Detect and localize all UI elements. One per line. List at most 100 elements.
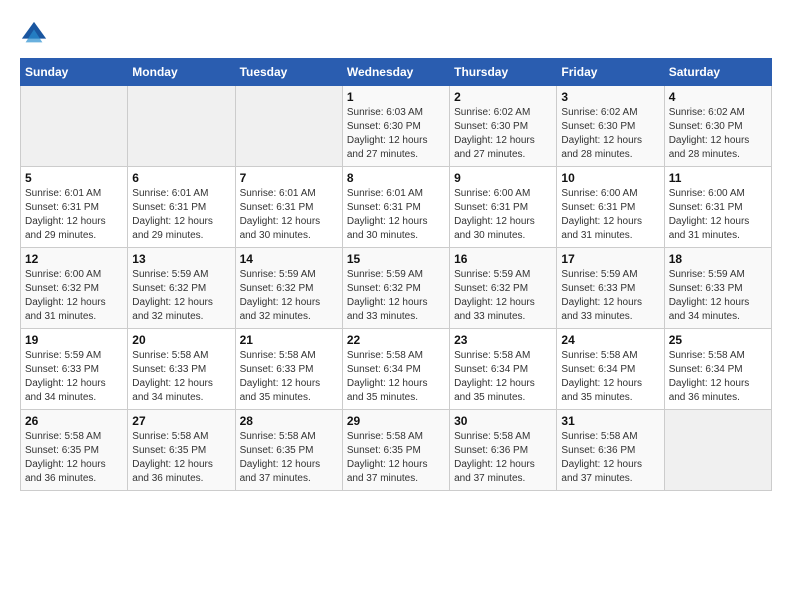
day-info: Sunrise: 6:00 AMSunset: 6:31 PMDaylight:… <box>454 187 552 243</box>
calendar-cell: 27 Sunrise: 5:58 AMSunset: 6:35 PMDayligh… <box>128 410 235 491</box>
calendar-cell <box>664 410 771 491</box>
day-number: 24 <box>561 333 659 347</box>
day-info: Sunrise: 6:01 AMSunset: 6:31 PMDaylight:… <box>347 187 445 243</box>
calendar-cell: 20 Sunrise: 5:58 AMSunset: 6:33 PMDayligh… <box>128 329 235 410</box>
day-number: 26 <box>25 414 123 428</box>
day-info: Sunrise: 5:58 AMSunset: 6:34 PMDaylight:… <box>669 349 767 405</box>
day-number: 13 <box>132 252 230 266</box>
day-number: 14 <box>240 252 338 266</box>
calendar-cell: 31 Sunrise: 5:58 AMSunset: 6:36 PMDayligh… <box>557 410 664 491</box>
day-number: 9 <box>454 171 552 185</box>
day-info: Sunrise: 6:01 AMSunset: 6:31 PMDaylight:… <box>132 187 230 243</box>
day-number: 20 <box>132 333 230 347</box>
day-info: Sunrise: 5:59 AMSunset: 6:32 PMDaylight:… <box>240 268 338 324</box>
day-info: Sunrise: 5:58 AMSunset: 6:35 PMDaylight:… <box>240 430 338 486</box>
day-info: Sunrise: 6:01 AMSunset: 6:31 PMDaylight:… <box>25 187 123 243</box>
calendar-cell <box>128 86 235 167</box>
weekday-header-thursday: Thursday <box>450 59 557 86</box>
calendar-cell: 24 Sunrise: 5:58 AMSunset: 6:34 PMDayligh… <box>557 329 664 410</box>
weekday-header-friday: Friday <box>557 59 664 86</box>
day-info: Sunrise: 5:59 AMSunset: 6:33 PMDaylight:… <box>25 349 123 405</box>
calendar-cell: 26 Sunrise: 5:58 AMSunset: 6:35 PMDayligh… <box>21 410 128 491</box>
day-info: Sunrise: 5:59 AMSunset: 6:32 PMDaylight:… <box>347 268 445 324</box>
calendar-week-1: 1 Sunrise: 6:03 AMSunset: 6:30 PMDaylight… <box>21 86 772 167</box>
calendar-table: SundayMondayTuesdayWednesdayThursdayFrid… <box>20 58 772 491</box>
calendar-cell: 25 Sunrise: 5:58 AMSunset: 6:34 PMDayligh… <box>664 329 771 410</box>
calendar-cell: 17 Sunrise: 5:59 AMSunset: 6:33 PMDayligh… <box>557 248 664 329</box>
day-number: 27 <box>132 414 230 428</box>
day-number: 16 <box>454 252 552 266</box>
day-info: Sunrise: 5:58 AMSunset: 6:35 PMDaylight:… <box>347 430 445 486</box>
day-number: 5 <box>25 171 123 185</box>
calendar-cell: 11 Sunrise: 6:00 AMSunset: 6:31 PMDayligh… <box>664 167 771 248</box>
day-number: 12 <box>25 252 123 266</box>
day-number: 31 <box>561 414 659 428</box>
day-info: Sunrise: 6:03 AMSunset: 6:30 PMDaylight:… <box>347 106 445 162</box>
day-info: Sunrise: 5:59 AMSunset: 6:33 PMDaylight:… <box>561 268 659 324</box>
day-number: 25 <box>669 333 767 347</box>
day-number: 22 <box>347 333 445 347</box>
weekday-header-row: SundayMondayTuesdayWednesdayThursdayFrid… <box>21 59 772 86</box>
day-info: Sunrise: 5:58 AMSunset: 6:34 PMDaylight:… <box>347 349 445 405</box>
day-info: Sunrise: 5:58 AMSunset: 6:33 PMDaylight:… <box>132 349 230 405</box>
calendar-cell: 30 Sunrise: 5:58 AMSunset: 6:36 PMDayligh… <box>450 410 557 491</box>
day-info: Sunrise: 5:59 AMSunset: 6:33 PMDaylight:… <box>669 268 767 324</box>
calendar-cell: 22 Sunrise: 5:58 AMSunset: 6:34 PMDayligh… <box>342 329 449 410</box>
calendar-cell: 21Sunrise: 5:58 AMSunset: 6:33 PMDayligh… <box>235 329 342 410</box>
calendar-cell: 23 Sunrise: 5:58 AMSunset: 6:34 PMDayligh… <box>450 329 557 410</box>
calendar-cell: 6 Sunrise: 6:01 AMSunset: 6:31 PMDaylight… <box>128 167 235 248</box>
weekday-header-wednesday: Wednesday <box>342 59 449 86</box>
calendar-cell: 28 Sunrise: 5:58 AMSunset: 6:35 PMDayligh… <box>235 410 342 491</box>
day-number: 28 <box>240 414 338 428</box>
day-number: 17 <box>561 252 659 266</box>
day-number: 2 <box>454 90 552 104</box>
calendar-cell <box>21 86 128 167</box>
calendar-cell: 15 Sunrise: 5:59 AMSunset: 6:32 PMDayligh… <box>342 248 449 329</box>
calendar-cell: 19 Sunrise: 5:59 AMSunset: 6:33 PMDayligh… <box>21 329 128 410</box>
weekday-header-saturday: Saturday <box>664 59 771 86</box>
day-number: 19 <box>25 333 123 347</box>
day-number: 6 <box>132 171 230 185</box>
weekday-header-sunday: Sunday <box>21 59 128 86</box>
calendar-cell <box>235 86 342 167</box>
day-info: Sunrise: 6:02 AMSunset: 6:30 PMDaylight:… <box>561 106 659 162</box>
day-number: 23 <box>454 333 552 347</box>
day-number: 4 <box>669 90 767 104</box>
calendar-cell: 13 Sunrise: 5:59 AMSunset: 6:32 PMDayligh… <box>128 248 235 329</box>
calendar-cell: 8Sunrise: 6:01 AMSunset: 6:31 PMDaylight… <box>342 167 449 248</box>
day-info: Sunrise: 5:58 AMSunset: 6:35 PMDaylight:… <box>132 430 230 486</box>
calendar-body: 1 Sunrise: 6:03 AMSunset: 6:30 PMDaylight… <box>21 86 772 491</box>
day-info: Sunrise: 5:58 AMSunset: 6:34 PMDaylight:… <box>454 349 552 405</box>
calendar-cell: 29Sunrise: 5:58 AMSunset: 6:35 PMDayligh… <box>342 410 449 491</box>
day-info: Sunrise: 5:58 AMSunset: 6:36 PMDaylight:… <box>561 430 659 486</box>
logo-icon <box>20 20 48 48</box>
calendar-cell: 9 Sunrise: 6:00 AMSunset: 6:31 PMDaylight… <box>450 167 557 248</box>
day-number: 3 <box>561 90 659 104</box>
day-number: 21 <box>240 333 338 347</box>
day-number: 11 <box>669 171 767 185</box>
calendar-cell: 1 Sunrise: 6:03 AMSunset: 6:30 PMDaylight… <box>342 86 449 167</box>
weekday-header-monday: Monday <box>128 59 235 86</box>
calendar-cell: 10Sunrise: 6:00 AMSunset: 6:31 PMDayligh… <box>557 167 664 248</box>
day-info: Sunrise: 5:58 AMSunset: 6:34 PMDaylight:… <box>561 349 659 405</box>
day-number: 30 <box>454 414 552 428</box>
page-header <box>20 20 772 48</box>
calendar-cell: 14 Sunrise: 5:59 AMSunset: 6:32 PMDayligh… <box>235 248 342 329</box>
calendar-week-5: 26 Sunrise: 5:58 AMSunset: 6:35 PMDayligh… <box>21 410 772 491</box>
day-info: Sunrise: 6:01 AMSunset: 6:31 PMDaylight:… <box>240 187 338 243</box>
day-info: Sunrise: 6:00 AMSunset: 6:31 PMDaylight:… <box>669 187 767 243</box>
calendar-week-4: 19 Sunrise: 5:59 AMSunset: 6:33 PMDayligh… <box>21 329 772 410</box>
day-info: Sunrise: 5:58 AMSunset: 6:35 PMDaylight:… <box>25 430 123 486</box>
day-info: Sunrise: 5:58 AMSunset: 6:36 PMDaylight:… <box>454 430 552 486</box>
calendar-week-2: 5 Sunrise: 6:01 AMSunset: 6:31 PMDaylight… <box>21 167 772 248</box>
day-number: 1 <box>347 90 445 104</box>
day-info: Sunrise: 6:02 AMSunset: 6:30 PMDaylight:… <box>669 106 767 162</box>
day-number: 10 <box>561 171 659 185</box>
calendar-cell: 12Sunrise: 6:00 AMSunset: 6:32 PMDayligh… <box>21 248 128 329</box>
day-number: 15 <box>347 252 445 266</box>
logo <box>20 20 52 48</box>
weekday-header-tuesday: Tuesday <box>235 59 342 86</box>
calendar-cell: 2Sunrise: 6:02 AMSunset: 6:30 PMDaylight… <box>450 86 557 167</box>
calendar-cell: 3 Sunrise: 6:02 AMSunset: 6:30 PMDaylight… <box>557 86 664 167</box>
day-info: Sunrise: 5:59 AMSunset: 6:32 PMDaylight:… <box>132 268 230 324</box>
